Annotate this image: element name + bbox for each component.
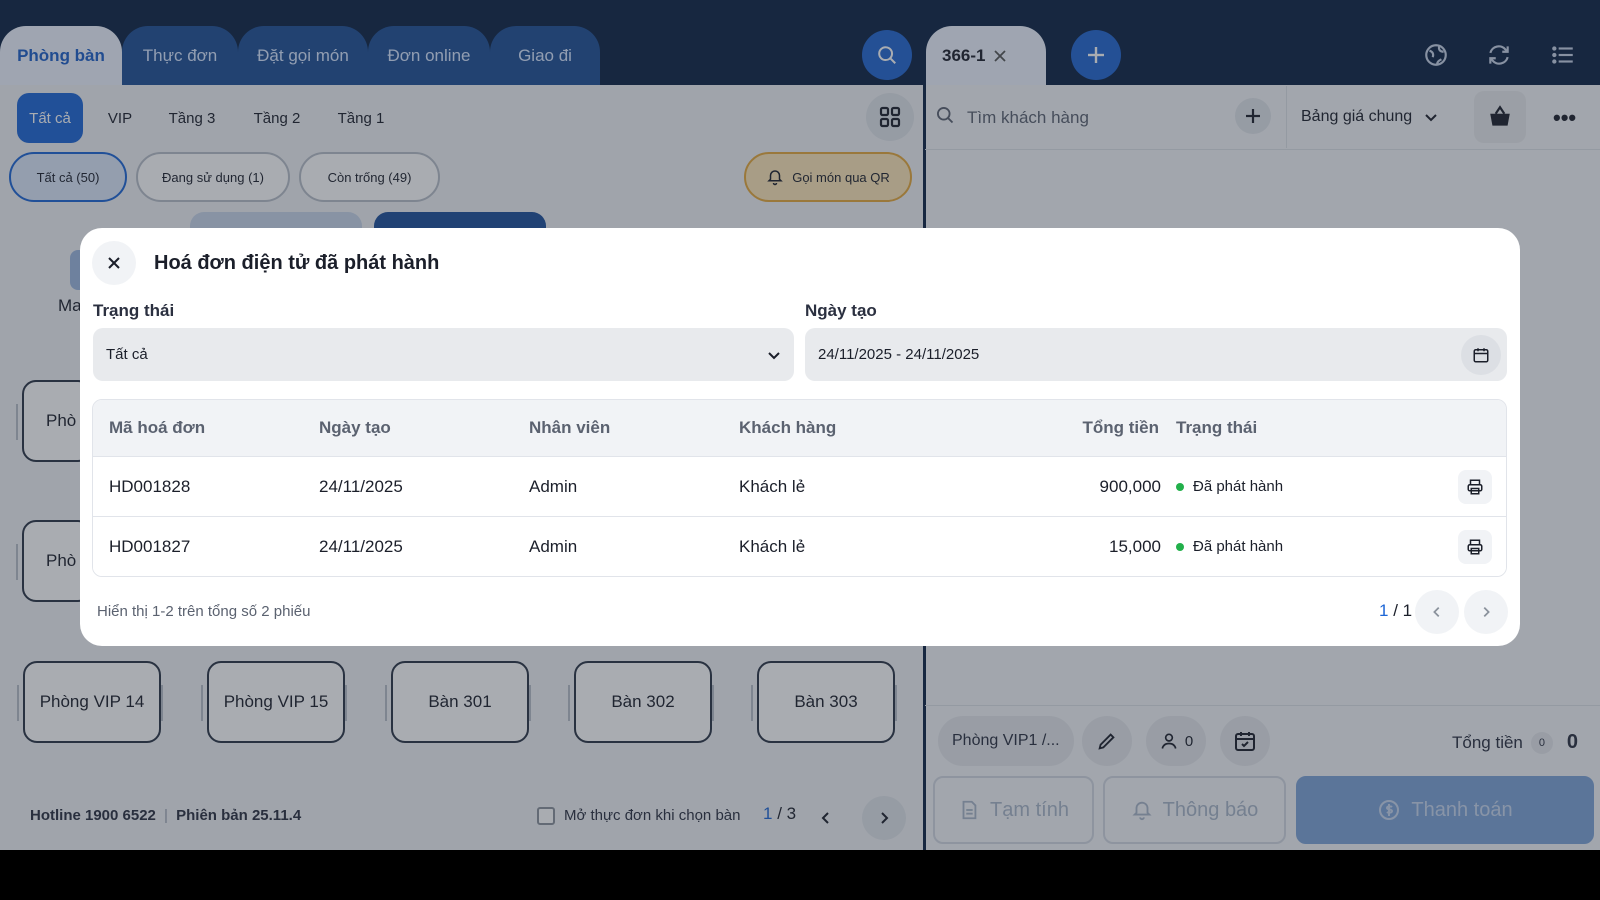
col-header: Mã hoá đơn (109, 418, 206, 437)
date-range-value: 24/11/2025 - 24/11/2025 (818, 346, 980, 363)
col-header: Tổng tiền (1082, 418, 1159, 437)
invoice-staff: Admin (529, 476, 578, 496)
calendar-icon (1473, 347, 1489, 362)
status-dot (1176, 483, 1184, 492)
table-row[interactable]: HD001828 24/11/2025 Admin Khách lẻ 900,0… (93, 456, 1506, 516)
invoice-customer: Khách lẻ (739, 476, 806, 496)
close-icon (108, 257, 120, 269)
invoice-total: 15,000 (1109, 536, 1161, 556)
page-total: 1 (1402, 601, 1413, 620)
status-value: Tất cả (106, 346, 148, 363)
invoice-status: Đã phát hành (1176, 478, 1283, 495)
modal-title: Hoá đơn điện tử đã phát hành (154, 252, 440, 274)
modal-next-page-button[interactable] (1464, 590, 1508, 634)
chevron-right-icon (1483, 607, 1490, 617)
printer-icon (1467, 539, 1483, 555)
printer-icon (1467, 479, 1483, 495)
date-label: Ngày tạo (805, 301, 877, 320)
chevron-down-icon (768, 351, 780, 359)
invoice-date: 24/11/2025 (319, 476, 403, 496)
status-select[interactable]: Tất cả (93, 328, 794, 381)
invoice-staff: Admin (529, 536, 578, 556)
col-header: Trạng thái (1176, 418, 1258, 437)
invoice-table: Mã hoá đơn Ngày tạo Nhân viên Khách hàng… (92, 399, 1507, 577)
status-label: Trạng thái (93, 301, 175, 320)
close-modal-button[interactable] (92, 241, 136, 285)
status-text: Đã phát hành (1193, 538, 1284, 555)
invoice-total: 900,000 (1099, 476, 1161, 496)
page-sep: / (1388, 601, 1403, 620)
invoice-code: HD001827 (109, 536, 191, 556)
einvoice-modal: Hoá đơn điện tử đã phát hành Trạng thái … (80, 228, 1520, 646)
invoice-status: Đã phát hành (1176, 538, 1283, 555)
modal-page-indicator: 1 / 1 (1379, 601, 1412, 621)
invoice-date: 24/11/2025 (319, 536, 403, 556)
calendar-button[interactable] (1461, 334, 1501, 375)
invoice-customer: Khách lẻ (739, 536, 806, 556)
col-header: Khách hàng (739, 418, 837, 437)
status-text: Đã phát hành (1193, 478, 1284, 495)
table-header: Mã hoá đơn Ngày tạo Nhân viên Khách hàng… (93, 400, 1506, 456)
status-dot (1176, 543, 1184, 552)
modal-prev-page-button[interactable] (1415, 590, 1459, 634)
invoice-code: HD001828 (109, 476, 191, 496)
chevron-left-icon (1433, 607, 1440, 617)
print-button[interactable] (1458, 530, 1492, 564)
pagination-summary: Hiển thị 1-2 trên tổng số 2 phiếu (97, 603, 311, 620)
print-button[interactable] (1458, 470, 1492, 504)
col-header: Ngày tạo (319, 418, 391, 437)
col-header: Nhân viên (529, 418, 611, 437)
date-range-input[interactable]: 24/11/2025 - 24/11/2025 (805, 328, 1507, 381)
table-row[interactable]: HD001827 24/11/2025 Admin Khách lẻ 15,00… (93, 516, 1506, 576)
